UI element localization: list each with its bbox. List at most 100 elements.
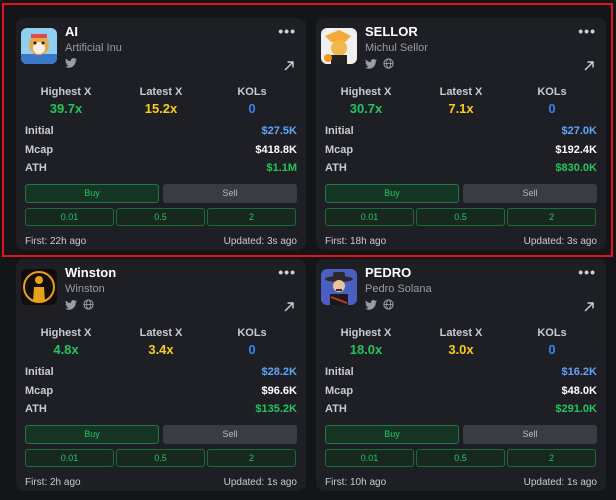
buy-button[interactable]: Buy (25, 425, 159, 444)
token-symbol: PEDRO (365, 265, 412, 280)
kols-stat: KOLs 0 (207, 86, 297, 116)
sell-button[interactable]: Sell (163, 184, 297, 203)
highest-x-value: 18.0x (349, 342, 383, 357)
token-avatar (321, 269, 357, 305)
latest-x-stat: Latest X 3.4x (116, 327, 206, 357)
sell-button[interactable]: Sell (463, 184, 597, 203)
market-rows: Initial $27.5K Mcap $418.8K ATH $1.1M (25, 123, 297, 179)
amount-button[interactable]: 0.5 (416, 449, 505, 467)
kols-label: KOLs (537, 327, 567, 339)
ath-label: ATH (25, 403, 47, 415)
initial-label: Initial (25, 366, 54, 378)
amount-button[interactable]: 2 (207, 208, 296, 226)
mcap-value: $418.8K (255, 143, 297, 156)
highest-x-label: Highest X (40, 327, 92, 339)
highest-x-value: 30.7x (349, 101, 383, 116)
buy-button[interactable]: Buy (325, 184, 459, 203)
twitter-icon[interactable] (65, 58, 77, 68)
amount-button[interactable]: 0.5 (416, 208, 505, 226)
token-card[interactable]: Winston Winston ••• Highest X 4.8x Lates… (16, 259, 306, 491)
ath-value: $135.2K (255, 403, 297, 415)
kols-stat: KOLs 0 (507, 327, 597, 357)
more-options-icon[interactable]: ••• (578, 265, 596, 279)
kols-label: KOLs (237, 327, 267, 339)
buy-button[interactable]: Buy (25, 184, 159, 203)
amount-button[interactable]: 0.5 (116, 449, 205, 467)
kols-stat: KOLs 0 (207, 327, 297, 357)
more-options-icon[interactable]: ••• (578, 24, 596, 38)
token-avatar (21, 269, 57, 305)
mcap-value: $192.4K (555, 143, 597, 156)
market-rows: Initial $28.2K Mcap $96.6K ATH $135.2K (25, 364, 297, 420)
external-link-icon[interactable] (584, 58, 594, 76)
amount-button[interactable]: 0.01 (325, 449, 414, 467)
highest-x-stat: Highest X 18.0x (321, 327, 411, 357)
external-link-icon[interactable] (584, 299, 594, 317)
sell-button[interactable]: Sell (163, 425, 297, 444)
token-symbol: Winston (65, 265, 117, 280)
last-updated: Updated: 3s ago (223, 236, 297, 247)
latest-x-value: 7.1x (448, 101, 474, 116)
sell-button[interactable]: Sell (463, 425, 597, 444)
amount-button[interactable]: 2 (507, 208, 596, 226)
last-updated: Updated: 3s ago (523, 236, 597, 247)
initial-label: Initial (325, 366, 354, 378)
mcap-value: $96.6K (261, 384, 297, 397)
amount-button[interactable]: 0.01 (25, 449, 114, 467)
token-name: Winston (65, 283, 105, 295)
twitter-icon[interactable] (65, 299, 77, 310)
initial-label: Initial (325, 125, 354, 137)
globe-icon[interactable] (383, 299, 394, 310)
social-links (365, 58, 394, 69)
highest-x-label: Highest X (40, 86, 92, 98)
kols-value: 0 (548, 342, 556, 357)
mcap-label: Mcap (325, 143, 354, 156)
ath-label: ATH (25, 162, 47, 174)
token-name: Artificial Inu (65, 42, 122, 54)
first-seen: First: 2h ago (25, 477, 81, 488)
highest-x-label: Highest X (340, 327, 392, 339)
latest-x-stat: Latest X 3.0x (416, 327, 506, 357)
more-options-icon[interactable]: ••• (278, 24, 296, 38)
more-options-icon[interactable]: ••• (278, 265, 296, 279)
amount-button[interactable]: 2 (507, 449, 596, 467)
market-rows: Initial $16.2K Mcap $48.0K ATH $291.0K (325, 364, 597, 420)
first-seen: First: 10h ago (325, 477, 387, 488)
social-links (65, 58, 77, 68)
globe-icon[interactable] (383, 58, 394, 69)
amount-button[interactable]: 2 (207, 449, 296, 467)
kols-stat: KOLs 0 (507, 86, 597, 116)
token-grid: AI Artificial Inu ••• Highest X 39.7x La… (0, 0, 616, 500)
latest-x-value: 3.0x (448, 342, 474, 357)
ath-value: $830.0K (555, 162, 597, 174)
buy-button[interactable]: Buy (325, 425, 459, 444)
highest-x-stat: Highest X 39.7x (21, 86, 111, 116)
mcap-value: $48.0K (561, 384, 597, 397)
kols-label: KOLs (237, 86, 267, 98)
token-card[interactable]: SELLOR Michul Sellor ••• Highest X 30.7x… (316, 18, 606, 250)
initial-value: $27.5K (261, 125, 297, 137)
twitter-icon[interactable] (365, 299, 377, 310)
highest-x-stat: Highest X 30.7x (321, 86, 411, 116)
highest-x-value: 39.7x (49, 101, 83, 116)
external-link-icon[interactable] (284, 58, 294, 76)
latest-x-stat: Latest X 7.1x (416, 86, 506, 116)
amount-button[interactable]: 0.5 (116, 208, 205, 226)
external-link-icon[interactable] (284, 299, 294, 317)
highest-x-stat: Highest X 4.8x (21, 327, 111, 357)
token-card[interactable]: AI Artificial Inu ••• Highest X 39.7x La… (16, 18, 306, 250)
token-card[interactable]: PEDRO Pedro Solana ••• Highest X 18.0x L… (316, 259, 606, 491)
ath-value: $291.0K (555, 403, 597, 415)
amount-button[interactable]: 0.01 (325, 208, 414, 226)
ath-value: $1.1M (266, 162, 297, 174)
kols-value: 0 (248, 342, 256, 357)
token-name: Pedro Solana (365, 283, 432, 295)
kols-label: KOLs (537, 86, 567, 98)
twitter-icon[interactable] (365, 58, 377, 69)
initial-value: $16.2K (561, 366, 597, 378)
token-avatar (21, 28, 57, 64)
initial-value: $28.2K (261, 366, 297, 378)
globe-icon[interactable] (83, 299, 94, 310)
amount-button[interactable]: 0.01 (25, 208, 114, 226)
social-links (365, 299, 394, 310)
